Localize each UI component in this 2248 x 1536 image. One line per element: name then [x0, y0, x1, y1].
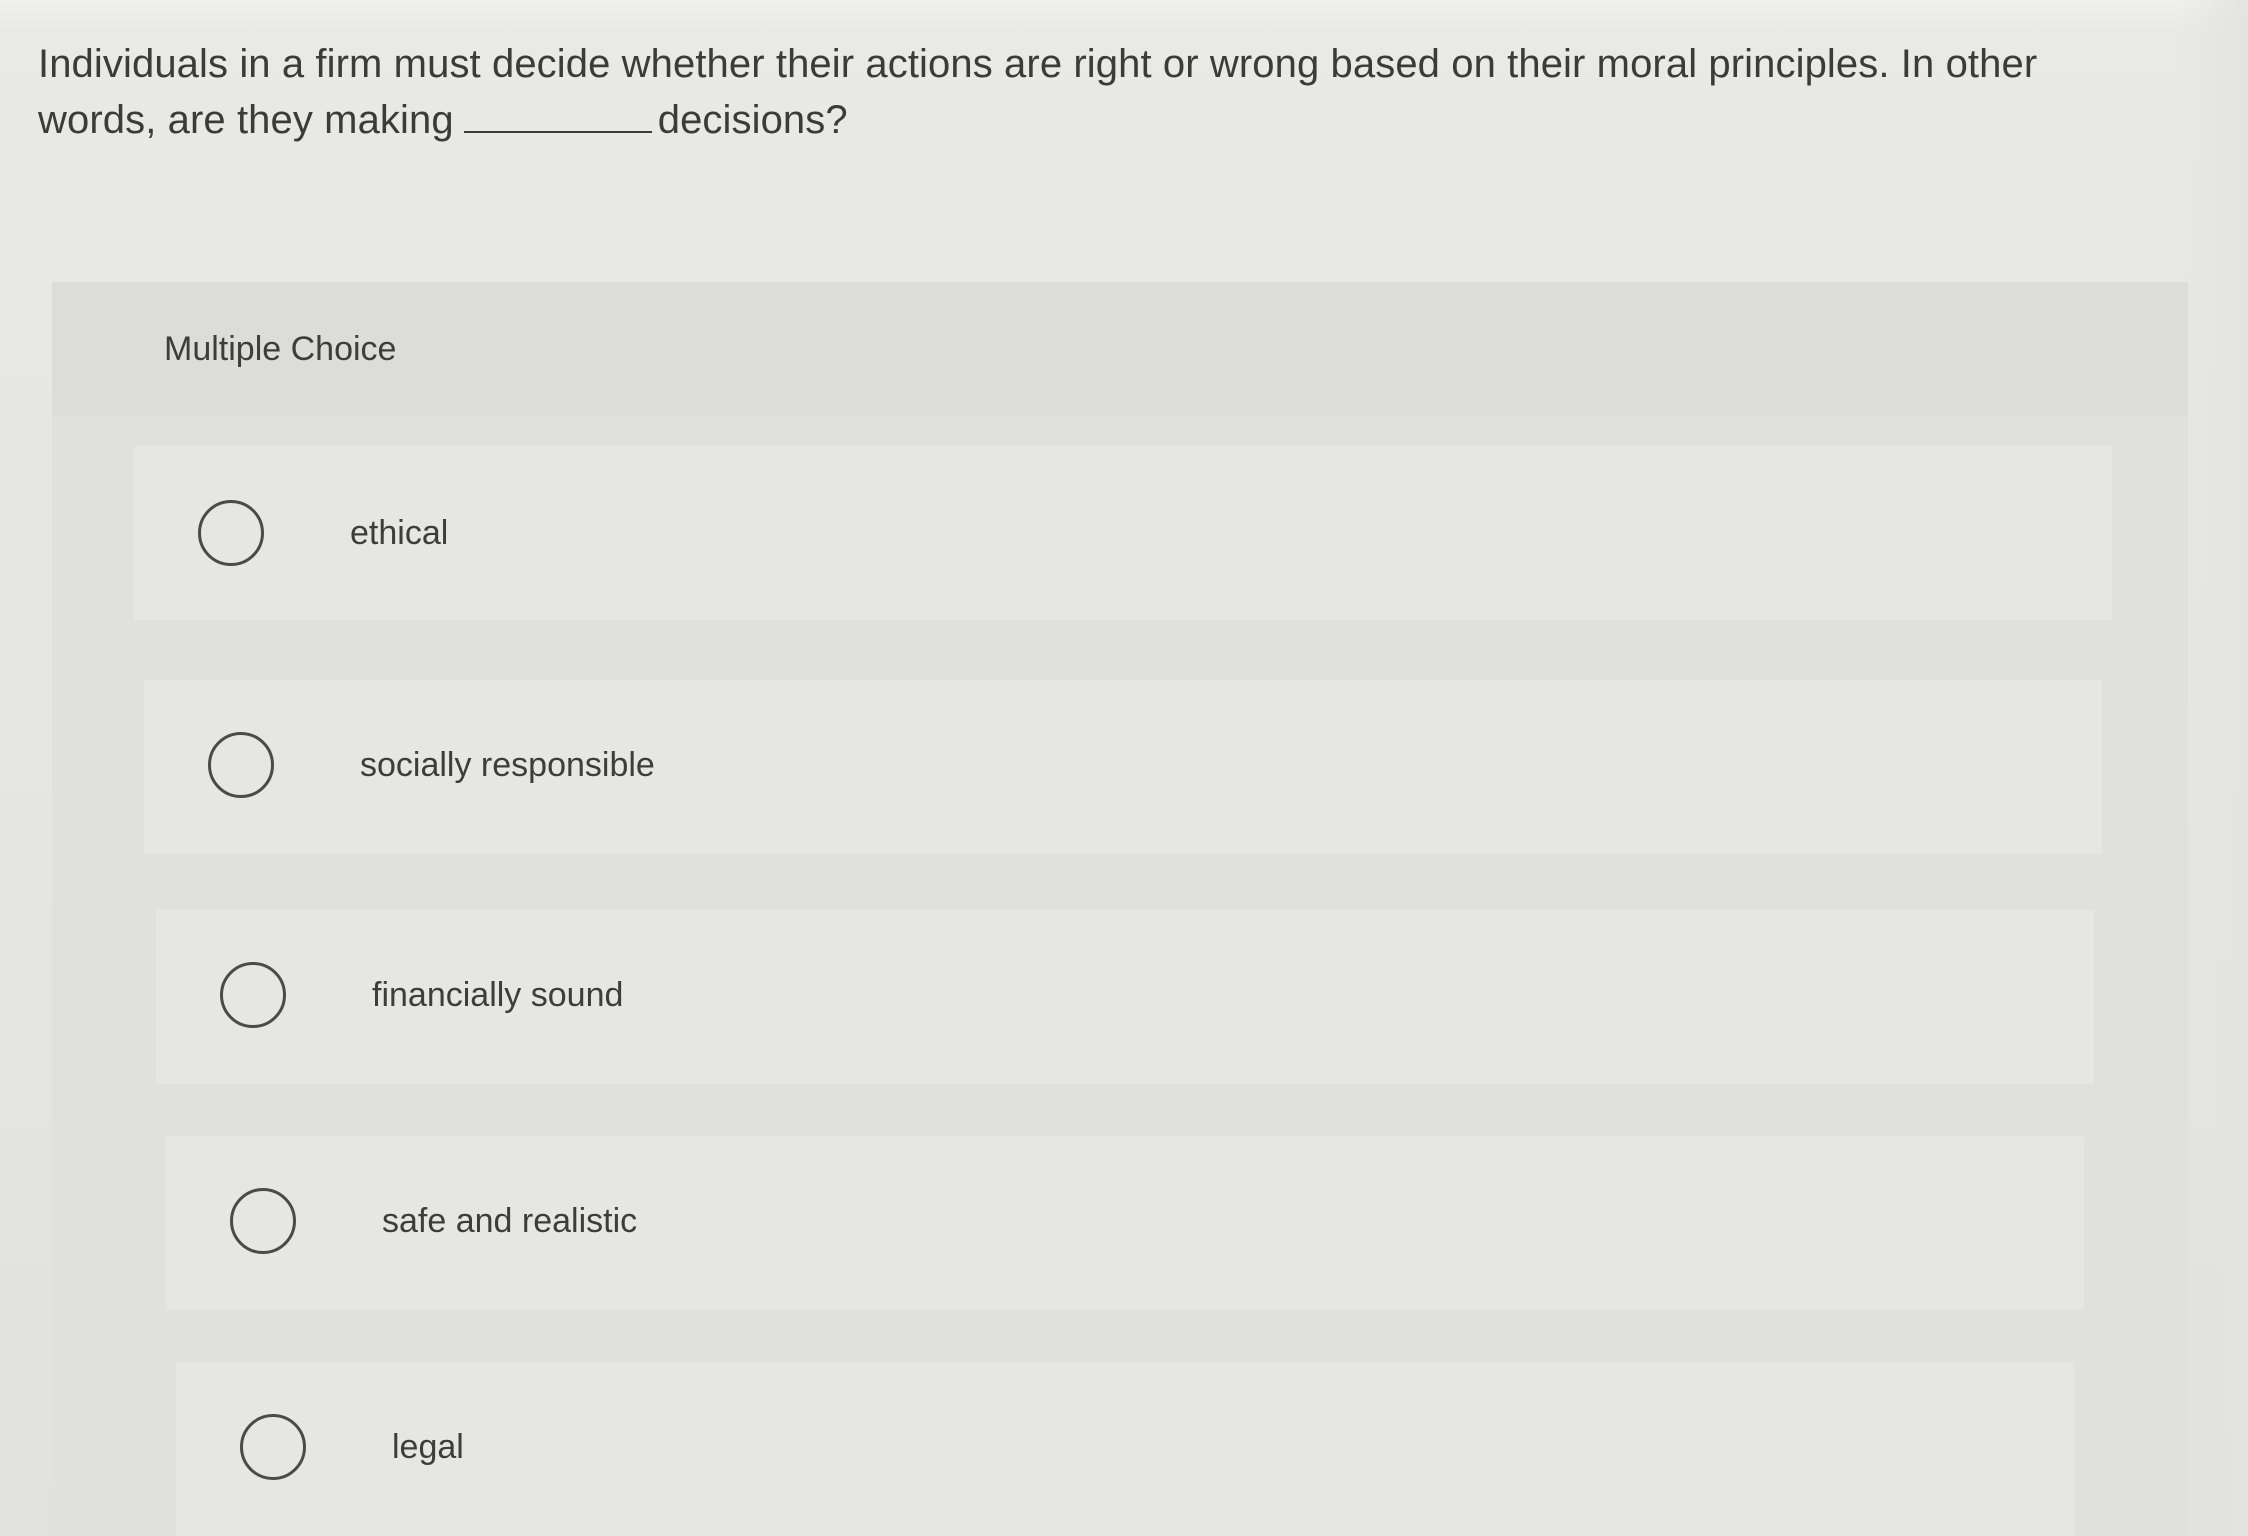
- radio-button-icon[interactable]: [220, 962, 286, 1028]
- answer-option-safe-and-realistic[interactable]: safe and realistic: [166, 1136, 2084, 1310]
- answer-option-financially-sound[interactable]: financially sound: [156, 910, 2094, 1084]
- question-text-before-blank: Individuals in a firm must decide whethe…: [38, 42, 2038, 142]
- radio-button-icon[interactable]: [198, 500, 264, 566]
- answer-option-label: safe and realistic: [382, 1202, 638, 1240]
- radio-button-icon[interactable]: [240, 1414, 306, 1480]
- radio-button-icon[interactable]: [208, 732, 274, 798]
- answer-option-ethical[interactable]: ethical: [134, 446, 2112, 620]
- multiple-choice-label: Multiple Choice: [164, 330, 397, 368]
- answer-option-label: ethical: [350, 514, 449, 552]
- multiple-choice-panel: Multiple Choice ethical socially respons…: [52, 282, 2188, 1536]
- page-top-edge: [0, 0, 2248, 28]
- answer-option-socially-responsible[interactable]: socially responsible: [144, 680, 2102, 854]
- question-text-after-blank: decisions?: [657, 98, 848, 142]
- question-prompt: Individuals in a firm must decide whethe…: [38, 36, 2128, 148]
- radio-button-icon[interactable]: [230, 1188, 296, 1254]
- answer-option-label: financially sound: [372, 976, 624, 1014]
- answer-option-legal[interactable]: legal: [176, 1362, 2074, 1536]
- page-right-edge: [2178, 0, 2248, 1536]
- answer-blank: [463, 99, 652, 133]
- answer-option-label: socially responsible: [360, 746, 655, 784]
- answer-option-label: legal: [392, 1428, 464, 1466]
- answer-options-list: ethical socially responsible financially…: [52, 416, 2188, 1536]
- multiple-choice-header: Multiple Choice: [52, 282, 2188, 416]
